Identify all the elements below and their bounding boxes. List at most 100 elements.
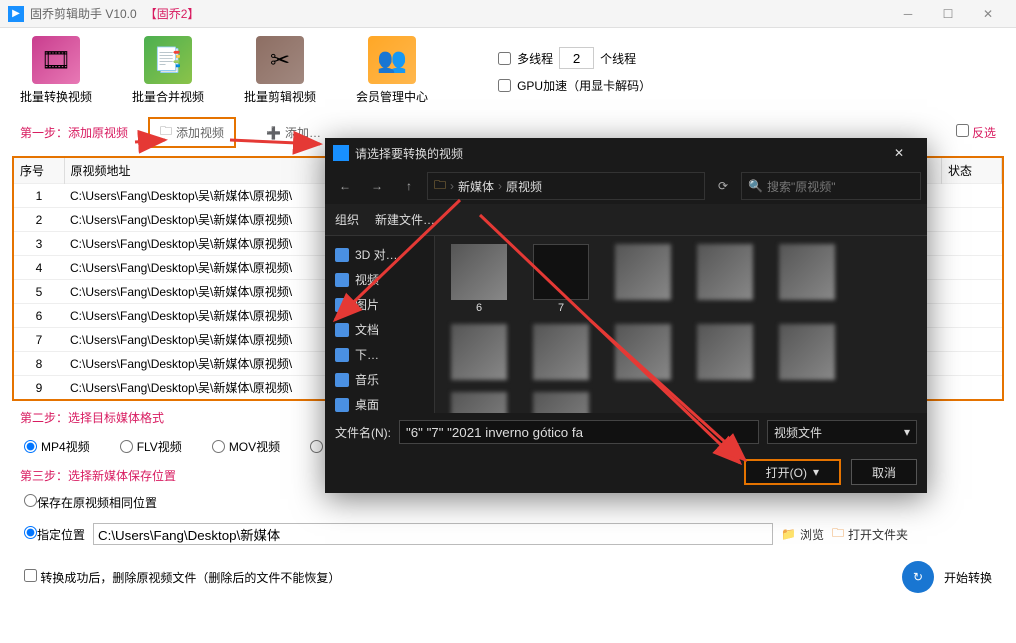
file-thumb[interactable]: 7 xyxy=(525,244,597,314)
new-folder-button[interactable]: 新建文件… xyxy=(375,211,435,228)
organize-button[interactable]: 组织 xyxy=(335,211,359,228)
batch-cut-button[interactable]: ✂批量剪辑视频 xyxy=(244,36,316,105)
sidebar-item[interactable]: 视频 xyxy=(325,267,434,292)
window-subtitle: 【固乔2】 xyxy=(145,5,200,22)
file-thumb[interactable] xyxy=(689,324,761,382)
sidebar-item[interactable]: 3D 对… xyxy=(325,242,434,267)
browse-button[interactable]: 📁 浏览 xyxy=(781,526,824,543)
sidebar-item[interactable]: 图片 xyxy=(325,292,434,317)
file-thumb[interactable] xyxy=(525,324,597,382)
minimize-button[interactable]: ─ xyxy=(888,0,928,28)
fmt-mp4[interactable]: MP4视频 xyxy=(24,438,90,455)
dialog-open-button[interactable]: 打开(O) ▾ xyxy=(744,459,841,485)
row-seq: 2 xyxy=(14,208,64,232)
browse-label: 浏览 xyxy=(800,526,824,543)
folder-icon xyxy=(335,373,349,387)
sidebar-item-label: 音乐 xyxy=(355,371,379,388)
file-thumb[interactable] xyxy=(525,392,597,413)
file-thumb[interactable] xyxy=(771,324,843,382)
file-thumb[interactable] xyxy=(771,244,843,314)
folder-icon xyxy=(335,323,349,337)
path-bar[interactable]: 🗀 › 新媒体 › 原视频 xyxy=(427,172,705,200)
nav-up-button[interactable]: ↑ xyxy=(395,172,423,200)
save-same-label: 保存在原视频相同位置 xyxy=(37,496,157,510)
delete-original-checkbox-row[interactable]: 转换成功后，删除原视频文件（删除后的文件不能恢复） xyxy=(24,569,340,586)
dialog-sidebar: 3D 对…视频图片文档下…音乐桌面… xyxy=(325,236,435,413)
sidebar-item[interactable]: 桌面 xyxy=(325,392,434,413)
maximize-button[interactable]: ☐ xyxy=(928,0,968,28)
file-thumb[interactable] xyxy=(607,324,679,382)
step1-label: 第一步：添加原视频 xyxy=(20,124,128,141)
folder-open-icon: 📁 xyxy=(781,527,796,541)
thumb-image xyxy=(533,244,589,300)
add-dir-button[interactable]: ➕添加… xyxy=(256,121,331,144)
start-convert-button[interactable]: ↻ 开始转换 xyxy=(902,561,992,593)
col-status: 状态 xyxy=(942,158,1002,184)
filetype-label: 视频文件 xyxy=(774,424,822,441)
file-thumb[interactable] xyxy=(607,244,679,314)
nav-back-button[interactable]: ← xyxy=(331,172,359,200)
filetype-select[interactable]: 视频文件▾ xyxy=(767,420,917,444)
sidebar-item-label: 3D 对… xyxy=(355,246,398,263)
search-placeholder: 搜索"原视频" xyxy=(767,178,836,195)
thumb-image xyxy=(533,392,589,413)
folder-icon xyxy=(335,398,349,412)
folder-icon xyxy=(335,348,349,362)
dialog-title: 请选择要转换的视频 xyxy=(355,145,879,162)
add-dir-label: 添加… xyxy=(285,124,321,141)
add-video-button[interactable]: 🗀添加视频 xyxy=(148,117,236,148)
nav-refresh-button[interactable]: ⟳ xyxy=(709,172,737,200)
file-thumb[interactable] xyxy=(689,244,761,314)
dialog-search-input[interactable]: 🔍 搜索"原视频" xyxy=(741,172,921,200)
invert-checkbox[interactable] xyxy=(956,124,969,137)
window-title: 固乔剪辑助手 V10.0 xyxy=(30,5,137,22)
batch-merge-button[interactable]: 📑批量合并视频 xyxy=(132,36,204,105)
threads-input[interactable] xyxy=(559,47,594,69)
batch-convert-button[interactable]: 🎞批量转换视频 xyxy=(20,36,92,105)
sidebar-item-label: 文档 xyxy=(355,321,379,338)
batch-merge-label: 批量合并视频 xyxy=(132,88,204,105)
thumb-image xyxy=(451,392,507,413)
file-thumb[interactable]: 6 xyxy=(443,244,515,314)
fmt-mov[interactable]: MOV视频 xyxy=(212,438,280,455)
thumb-image xyxy=(697,324,753,380)
gpu-checkbox[interactable] xyxy=(498,79,511,92)
delete-original-checkbox[interactable] xyxy=(24,569,37,582)
thumb-image xyxy=(779,244,835,300)
open-folder-button[interactable]: 🗀打开文件夹 xyxy=(832,524,908,545)
sidebar-item[interactable]: 下… xyxy=(325,342,434,367)
dialog-files-grid: 67 xyxy=(435,236,927,413)
row-seq: 8 xyxy=(14,352,64,376)
filename-input[interactable] xyxy=(399,420,759,444)
dialog-cancel-button[interactable]: 取消 xyxy=(851,459,917,485)
add-video-label: 添加视频 xyxy=(176,124,224,141)
sidebar-item-label: 图片 xyxy=(355,296,379,313)
save-same-radio[interactable]: 保存在原视频相同位置 xyxy=(24,494,157,511)
fmt-flv[interactable]: FLV视频 xyxy=(120,438,182,455)
nav-forward-button[interactable]: → xyxy=(363,172,391,200)
file-thumb[interactable] xyxy=(443,324,515,382)
folder-icon xyxy=(335,273,349,287)
row-seq: 5 xyxy=(14,280,64,304)
path-seg-1[interactable]: 新媒体 xyxy=(458,178,494,195)
row-seq: 4 xyxy=(14,256,64,280)
save-custom-radio[interactable]: 指定位置 xyxy=(24,526,85,543)
file-thumb[interactable] xyxy=(443,392,515,413)
row-seq: 3 xyxy=(14,232,64,256)
dialog-close-button[interactable]: ✕ xyxy=(879,146,919,160)
search-icon: 🔍 xyxy=(748,179,763,193)
close-button[interactable]: ✕ xyxy=(968,0,1008,28)
thumb-image xyxy=(697,244,753,300)
sidebar-item[interactable]: 文档 xyxy=(325,317,434,342)
file-dialog: 请选择要转换的视频 ✕ ← → ↑ 🗀 › 新媒体 › 原视频 ⟳ 🔍 搜索"原… xyxy=(325,138,927,493)
main-toolbar: 🎞批量转换视频 📑批量合并视频 ✂批量剪辑视频 👥会员管理中心 多线程 个线程 … xyxy=(0,28,1016,113)
sidebar-item[interactable]: 音乐 xyxy=(325,367,434,392)
path-seg-2[interactable]: 原视频 xyxy=(506,178,542,195)
row-seq: 9 xyxy=(14,376,64,400)
multithread-checkbox[interactable] xyxy=(498,52,511,65)
member-center-button[interactable]: 👥会员管理中心 xyxy=(356,36,428,105)
thumb-label: 7 xyxy=(558,302,564,314)
save-path-input[interactable] xyxy=(93,523,773,545)
thumb-image xyxy=(451,244,507,300)
folder-icon xyxy=(335,298,349,312)
